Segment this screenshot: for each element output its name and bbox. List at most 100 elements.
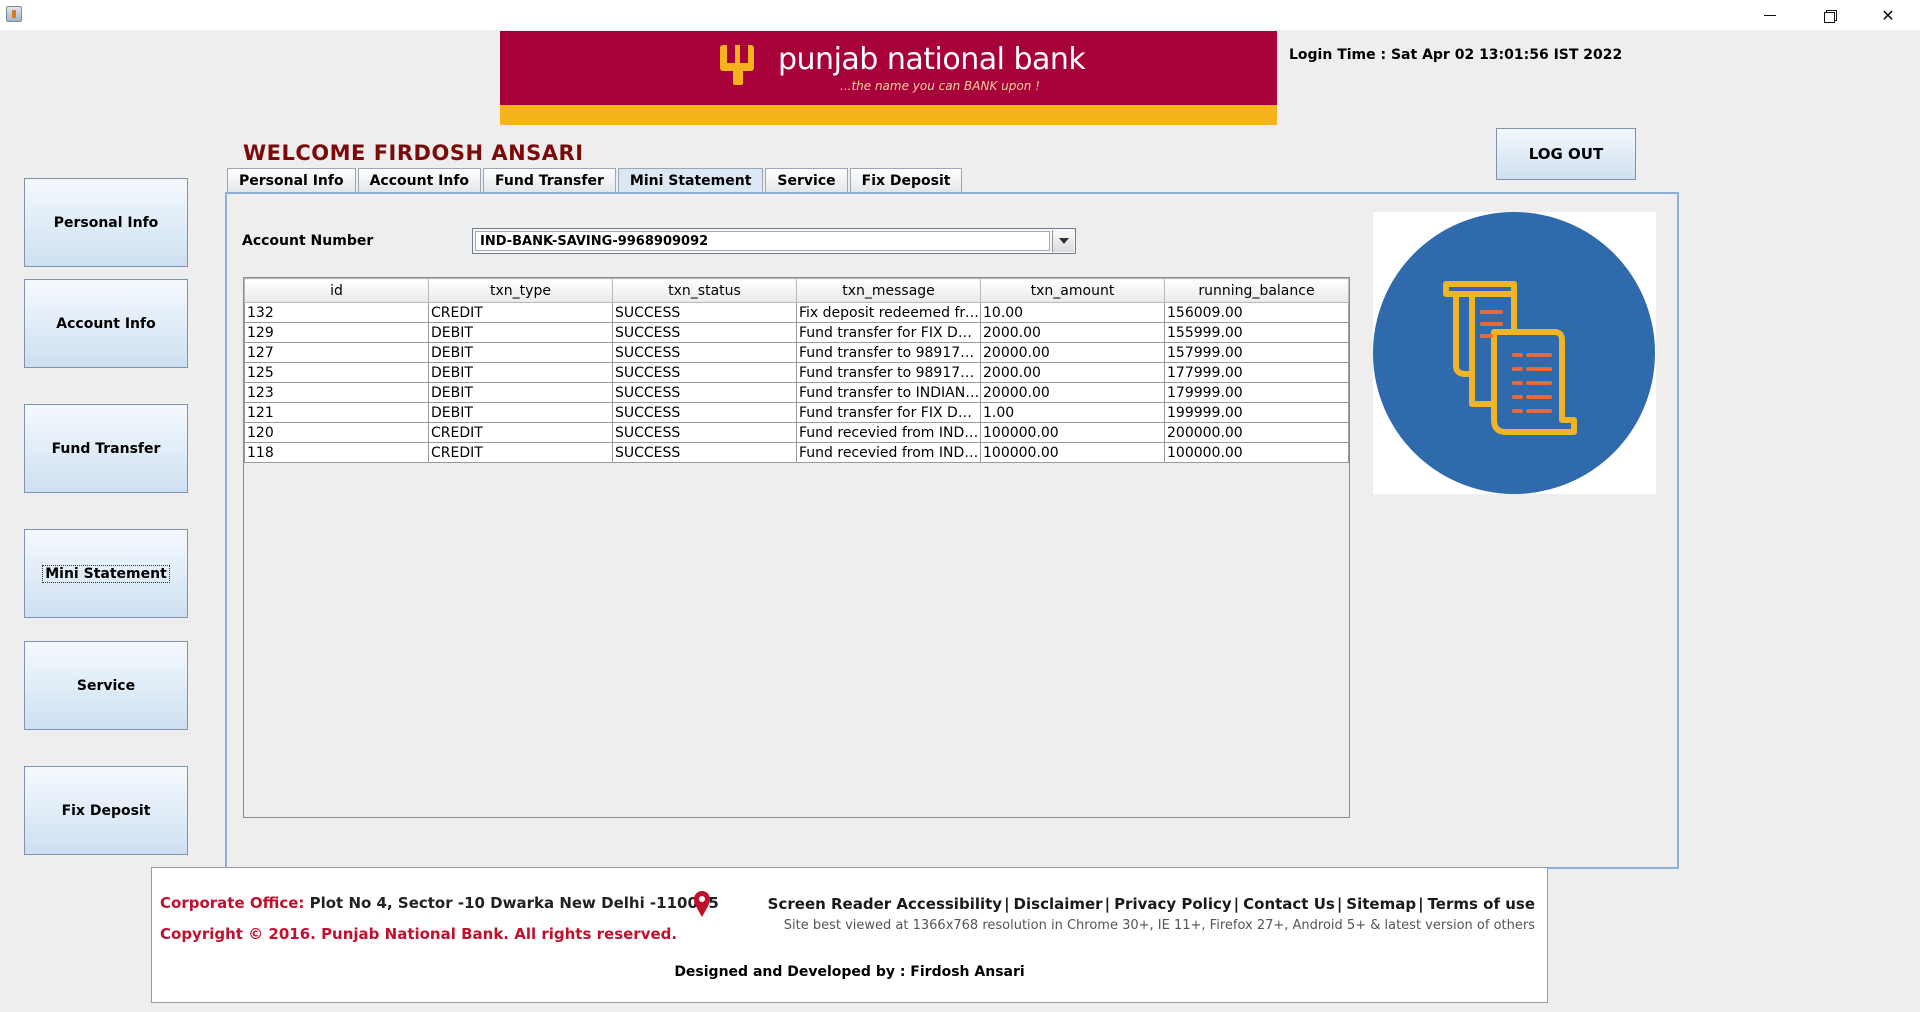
best-viewed-note: Site best viewed at 1366x768 resolution … [783, 918, 1535, 933]
footer-link-screen-reader[interactable]: Screen Reader Accessibility [768, 895, 1002, 913]
cell-txn-type: DEBIT [428, 362, 613, 383]
cell-txn-status: SUCCESS [612, 402, 797, 423]
sidebar-item-label: Fix Deposit [61, 802, 151, 819]
cell-id: 123 [244, 382, 429, 403]
table-row[interactable]: 121 DEBIT SUCCESS Fund transfer for FIX … [244, 402, 1349, 423]
login-time: Login Time : Sat Apr 02 13:01:56 IST 202… [1289, 47, 1623, 63]
footer-link-terms[interactable]: Terms of use [1428, 895, 1535, 913]
cell-txn-status: SUCCESS [612, 442, 797, 463]
column-header-running-balance[interactable]: running_balance [1164, 278, 1349, 303]
cell-txn-message: Fund transfer to INDIAN-B... [796, 382, 981, 403]
table-row[interactable]: 123 DEBIT SUCCESS Fund transfer to INDIA… [244, 382, 1349, 403]
cell-txn-amount: 100000.00 [980, 442, 1165, 463]
designed-by: Designed and Developed by : Firdosh Ansa… [674, 964, 1025, 980]
account-number-value: IND-BANK-SAVING-9968909092 [475, 231, 1050, 251]
restore-icon [1823, 9, 1837, 23]
sidebar-personal-info-button[interactable]: Personal Info [24, 178, 188, 267]
cell-running-balance: 199999.00 [1164, 402, 1349, 423]
cell-id: 132 [244, 302, 429, 323]
bank-banner: punjab national bank ...the name you can… [500, 31, 1277, 125]
table-row[interactable]: 132 CREDIT SUCCESS Fix deposit redeemed … [244, 302, 1349, 323]
cell-txn-amount: 2000.00 [980, 362, 1165, 383]
cell-txn-amount: 1.00 [980, 402, 1165, 423]
cell-txn-type: CREDIT [428, 442, 613, 463]
sidebar-item-label: Mini Statement [42, 564, 170, 583]
chevron-down-icon [1058, 238, 1069, 244]
transactions-table-container[interactable]: id txn_type txn_status txn_message txn_a… [243, 277, 1350, 818]
tab-fund-transfer[interactable]: Fund Transfer [483, 168, 616, 192]
java-cup-icon [6, 6, 22, 22]
sidebar-item-label: Personal Info [53, 214, 159, 231]
table-header-row: id txn_type txn_status txn_message txn_a… [244, 278, 1349, 303]
close-button[interactable]: ✕ [1860, 0, 1916, 30]
pnb-logo-icon [720, 45, 754, 85]
corporate-office: Corporate Office: Plot No 4, Sector -10 … [160, 894, 719, 912]
tab-account-info[interactable]: Account Info [357, 168, 482, 192]
minimize-icon [1764, 14, 1776, 16]
statement-illustration [1373, 212, 1656, 494]
cell-txn-amount: 10.00 [980, 302, 1165, 323]
cell-txn-status: SUCCESS [612, 362, 797, 383]
cell-running-balance: 156009.00 [1164, 302, 1349, 323]
account-number-select[interactable]: IND-BANK-SAVING-9968909092 [472, 228, 1076, 254]
sidebar-fix-deposit-button[interactable]: Fix Deposit [24, 766, 188, 855]
column-header-txn-status[interactable]: txn_status [612, 278, 797, 303]
title-bar: ✕ [0, 0, 1920, 30]
logout-button[interactable]: LOG OUT [1496, 128, 1636, 180]
cell-id: 127 [244, 342, 429, 363]
link-separator: | [1336, 895, 1343, 913]
cell-txn-status: SUCCESS [612, 302, 797, 323]
table-row[interactable]: 127 DEBIT SUCCESS Fund transfer to 98917… [244, 342, 1349, 363]
dropdown-button[interactable] [1052, 230, 1074, 252]
cell-txn-amount: 20000.00 [980, 382, 1165, 403]
column-header-txn-amount[interactable]: txn_amount [980, 278, 1165, 303]
footer: Corporate Office: Plot No 4, Sector -10 … [151, 867, 1548, 1003]
cell-id: 120 [244, 422, 429, 443]
sidebar-mini-statement-button[interactable]: Mini Statement [24, 529, 188, 618]
tab-fix-deposit[interactable]: Fix Deposit [849, 168, 963, 192]
welcome-title: WELCOME FIRDOSH ANSARI [243, 141, 584, 165]
cell-running-balance: 155999.00 [1164, 322, 1349, 343]
tab-service[interactable]: Service [765, 168, 848, 192]
column-header-txn-type[interactable]: txn_type [428, 278, 613, 303]
table-row[interactable]: 118 CREDIT SUCCESS Fund recevied from IN… [244, 442, 1349, 463]
restore-button[interactable] [1801, 0, 1857, 30]
tab-bar: Personal Info Account Info Fund Transfer… [227, 168, 964, 192]
table-row[interactable]: 120 CREDIT SUCCESS Fund recevied from IN… [244, 422, 1349, 443]
cell-txn-amount: 100000.00 [980, 422, 1165, 443]
footer-link-contact-us[interactable]: Contact Us [1243, 895, 1335, 913]
cell-id: 121 [244, 402, 429, 423]
table-row[interactable]: 129 DEBIT SUCCESS Fund transfer for FIX … [244, 322, 1349, 343]
table-row[interactable]: 125 DEBIT SUCCESS Fund transfer to 98917… [244, 362, 1349, 383]
sidebar-item-label: Fund Transfer [51, 440, 161, 457]
cell-txn-message: Fund transfer for FIX DEP... [796, 402, 981, 423]
sidebar-account-info-button[interactable]: Account Info [24, 279, 188, 368]
column-header-txn-message[interactable]: txn_message [796, 278, 981, 303]
footer-link-disclaimer[interactable]: Disclaimer [1014, 895, 1103, 913]
cell-txn-message: Fund transfer to 98917375... [796, 362, 981, 383]
cell-txn-amount: 2000.00 [980, 322, 1165, 343]
cell-txn-status: SUCCESS [612, 422, 797, 443]
sidebar-fund-transfer-button[interactable]: Fund Transfer [24, 404, 188, 493]
cell-txn-type: DEBIT [428, 322, 613, 343]
column-header-id[interactable]: id [244, 278, 429, 303]
tab-mini-statement[interactable]: Mini Statement [617, 168, 764, 192]
cell-txn-status: SUCCESS [612, 382, 797, 403]
minimize-button[interactable] [1742, 0, 1798, 30]
cell-txn-message: Fund recevied from INDIA... [796, 442, 981, 463]
cell-txn-type: CREDIT [428, 422, 613, 443]
cell-txn-type: DEBIT [428, 382, 613, 403]
footer-link-sitemap[interactable]: Sitemap [1346, 895, 1416, 913]
link-separator: | [1418, 895, 1424, 913]
sidebar-item-label: Account Info [56, 315, 156, 332]
sidebar-service-button[interactable]: Service [24, 641, 188, 730]
cell-id: 125 [244, 362, 429, 383]
copyright: Copyright © 2016. Punjab National Bank. … [160, 925, 678, 943]
cell-txn-message: Fund transfer for FIX DEP... [796, 322, 981, 343]
transactions-table: id txn_type txn_status txn_message txn_a… [244, 278, 1349, 463]
tab-personal-info[interactable]: Personal Info [227, 168, 356, 192]
cell-txn-status: SUCCESS [612, 322, 797, 343]
footer-link-privacy-policy[interactable]: Privacy Policy [1114, 895, 1232, 913]
cell-txn-message: Fund recevied from INDIA... [796, 422, 981, 443]
cell-txn-type: CREDIT [428, 302, 613, 323]
